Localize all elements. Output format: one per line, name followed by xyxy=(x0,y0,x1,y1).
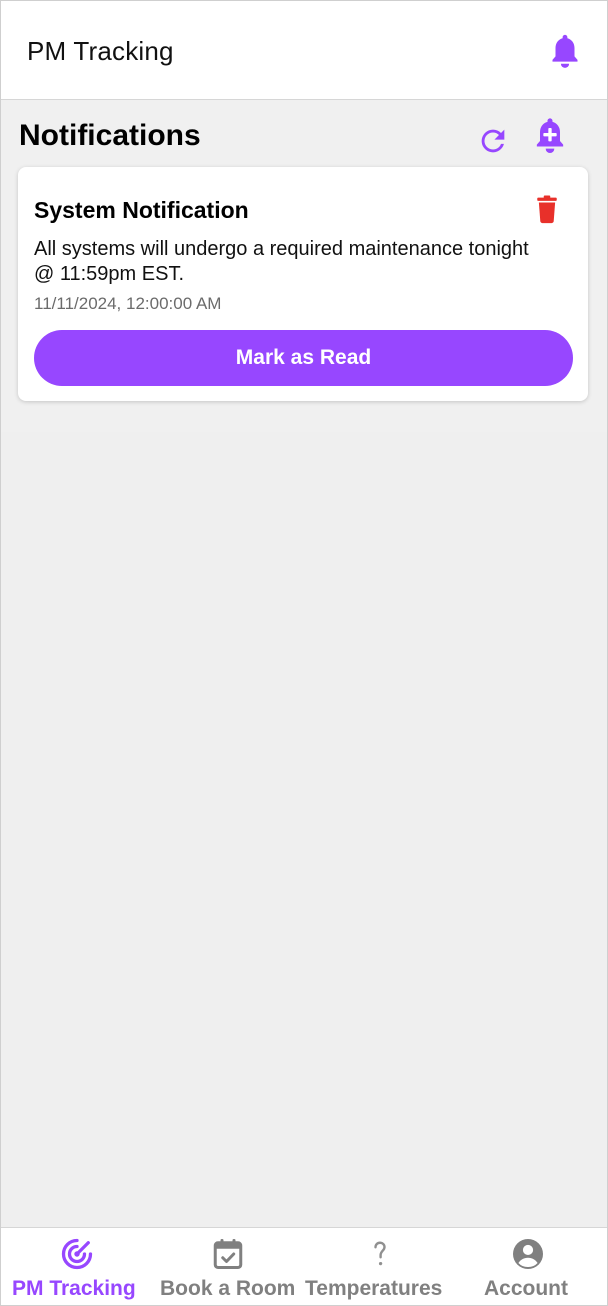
notification-timestamp: 11/11/2024, 12:00:00 AM xyxy=(34,294,222,313)
tab-label: Account xyxy=(484,1277,568,1300)
bell-icon[interactable] xyxy=(546,31,584,73)
bell-plus-icon[interactable] xyxy=(530,115,570,159)
notifications-section: Notifications System Notification All sy… xyxy=(1,101,607,432)
empty-content-area xyxy=(1,432,607,1227)
bottom-tab-bar: PM Tracking Book a Room Temperatures Acc… xyxy=(1,1227,607,1305)
notification-body: All systems will undergo a required main… xyxy=(34,238,529,285)
page-title: Notifications xyxy=(19,119,201,152)
tab-book-a-room[interactable]: Book a Room xyxy=(153,1228,305,1305)
notification-title: System Notification xyxy=(34,197,249,223)
tab-temperatures[interactable]: Temperatures xyxy=(305,1228,457,1305)
tab-pm-tracking[interactable]: PM Tracking xyxy=(1,1228,153,1305)
tab-label: Book a Room xyxy=(160,1277,296,1300)
question-icon xyxy=(362,1236,398,1272)
mark-as-read-button[interactable]: Mark as Read xyxy=(34,330,573,386)
top-app-bar: PM Tracking xyxy=(1,1,607,100)
app-title: PM Tracking xyxy=(27,36,174,66)
tab-account[interactable]: Account xyxy=(457,1228,607,1305)
app-frame: PM Tracking Notifications System Notific xyxy=(0,0,608,1306)
refresh-icon[interactable] xyxy=(476,124,510,158)
tab-label: PM Tracking xyxy=(12,1277,136,1300)
trash-icon[interactable] xyxy=(534,194,560,224)
notification-card: System Notification All systems will und… xyxy=(18,167,588,401)
calendar-check-icon xyxy=(210,1236,246,1272)
target-icon xyxy=(59,1236,95,1272)
tab-label: Temperatures xyxy=(305,1277,443,1300)
user-circle-icon xyxy=(510,1236,546,1272)
